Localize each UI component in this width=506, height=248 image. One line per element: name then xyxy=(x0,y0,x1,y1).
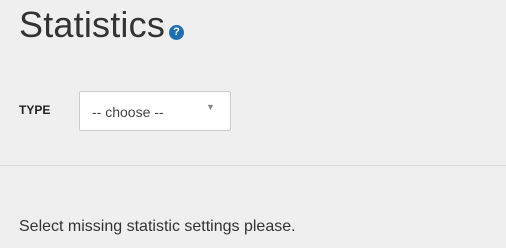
page-title: Statistics xyxy=(19,4,166,45)
divider xyxy=(0,165,506,166)
statistics-panel: Statistics ? TYPE -- choose -- ▼ Select … xyxy=(0,0,506,248)
chevron-down-icon: ▼ xyxy=(206,102,215,112)
title-row: Statistics ? xyxy=(19,3,185,47)
type-select-value: -- choose -- xyxy=(92,104,164,120)
type-label: TYPE xyxy=(19,103,51,117)
status-message: Select missing statistic settings please… xyxy=(19,218,296,235)
help-icon[interactable]: ? xyxy=(169,25,185,40)
type-select[interactable]: -- choose -- ▼ xyxy=(79,91,231,131)
